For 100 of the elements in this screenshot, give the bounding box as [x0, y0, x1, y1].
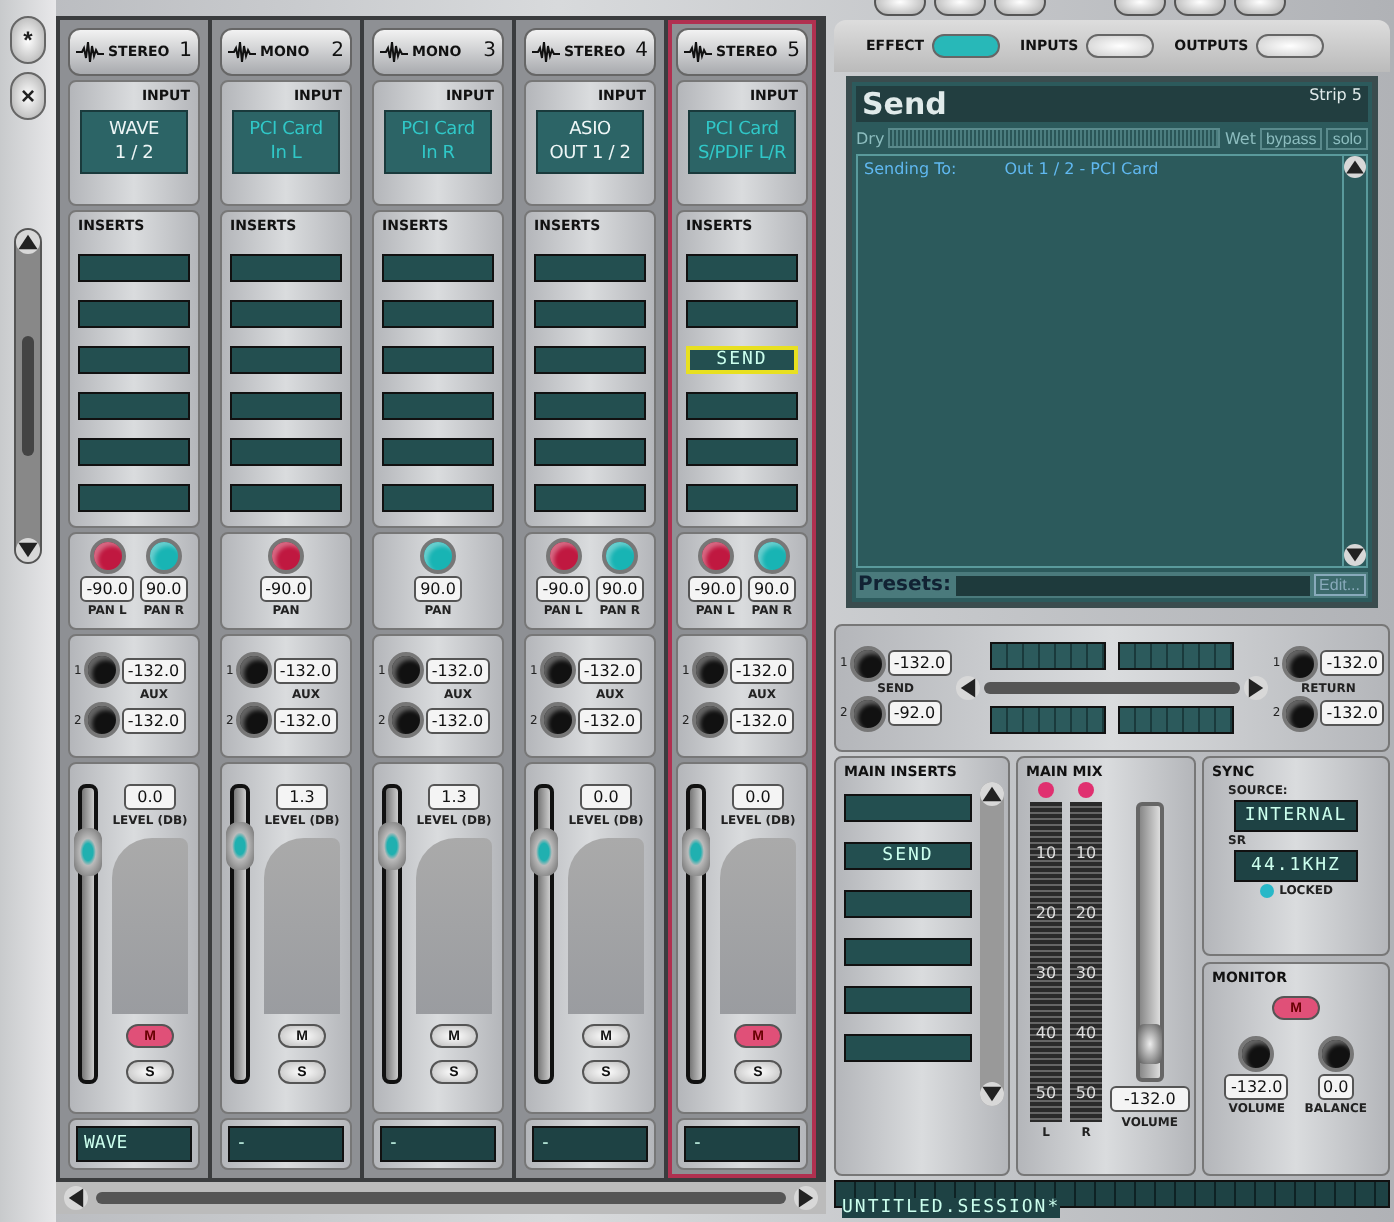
- value-display[interactable]: 0.0: [1317, 1074, 1355, 1100]
- dry-wet-slider[interactable]: [890, 130, 1219, 146]
- insert-slot[interactable]: [534, 254, 646, 283]
- insert-slot[interactable]: [382, 484, 494, 513]
- sidebar-button[interactable]: ×: [10, 72, 46, 120]
- insert-slot[interactable]: [230, 392, 342, 421]
- value-display[interactable]: -132.0: [121, 707, 186, 734]
- up-arrow-icon[interactable]: [1344, 156, 1366, 178]
- fader-track[interactable]: [1135, 802, 1164, 1082]
- fader-handle[interactable]: [682, 827, 710, 876]
- value-display[interactable]: -132.0: [577, 657, 642, 684]
- left-arrow-icon[interactable]: [955, 676, 980, 700]
- value-display[interactable]: 1.3: [275, 783, 329, 810]
- insert-slot[interactable]: [686, 438, 798, 467]
- insert-slot[interactable]: [230, 484, 342, 513]
- value-display[interactable]: 90.0: [414, 575, 462, 602]
- fader-handle[interactable]: [226, 821, 254, 870]
- knob[interactable]: [83, 652, 120, 689]
- bypass-button[interactable]: bypass: [1259, 127, 1323, 149]
- solo-button[interactable]: solo: [1326, 127, 1368, 149]
- knob[interactable]: [1238, 1036, 1275, 1072]
- down-arrow-icon[interactable]: [980, 1082, 1004, 1106]
- left-arrow-icon[interactable]: [64, 1186, 88, 1210]
- right-arrow-icon[interactable]: [794, 1186, 818, 1210]
- mode-button[interactable]: [1086, 34, 1155, 58]
- up-arrow-icon[interactable]: [980, 782, 1004, 806]
- value-display[interactable]: -132.0: [425, 707, 490, 734]
- right-arrow-icon[interactable]: [1244, 676, 1269, 700]
- insert-slot[interactable]: [78, 438, 190, 467]
- insert-slot[interactable]: SEND: [844, 842, 972, 870]
- knob[interactable]: [1317, 1036, 1354, 1072]
- sidebar-button[interactable]: *: [10, 16, 46, 64]
- insert-slot[interactable]: [230, 300, 342, 329]
- knob[interactable]: [83, 702, 120, 739]
- value-display[interactable]: -132.0: [121, 657, 186, 684]
- scrollbar[interactable]: [56, 1182, 826, 1214]
- channel-name[interactable]: -: [684, 1126, 800, 1163]
- fader-handle[interactable]: [74, 827, 102, 876]
- scrollbar[interactable]: [980, 782, 1004, 1106]
- value-display[interactable]: -132.0: [273, 657, 338, 684]
- insert-slot[interactable]: [382, 392, 494, 421]
- channel-name[interactable]: WAVE: [76, 1126, 192, 1163]
- insert-slot[interactable]: [382, 254, 494, 283]
- presets-field[interactable]: [955, 575, 1310, 595]
- scrollbar[interactable]: [14, 228, 42, 564]
- sample-rate-display[interactable]: 44.1KHZ: [1234, 850, 1358, 882]
- value-display[interactable]: -132.0: [1320, 700, 1384, 726]
- insert-slot[interactable]: [686, 254, 798, 283]
- channel-name[interactable]: -: [380, 1126, 496, 1163]
- value-display[interactable]: -90.0: [688, 575, 742, 602]
- mode-button[interactable]: [932, 34, 1001, 58]
- fader-handle[interactable]: [530, 827, 558, 876]
- knob[interactable]: [235, 652, 272, 689]
- fader-handle[interactable]: [1137, 1024, 1162, 1065]
- insert-slot[interactable]: [382, 346, 494, 375]
- fader-track[interactable]: [534, 783, 554, 1084]
- fader-track[interactable]: [686, 783, 706, 1084]
- insert-slot[interactable]: [78, 300, 190, 329]
- knob[interactable]: [1282, 645, 1319, 681]
- value-display[interactable]: -132.0: [1110, 1086, 1190, 1112]
- insert-slot[interactable]: SEND: [686, 346, 798, 375]
- insert-slot[interactable]: [382, 300, 494, 329]
- fader-track[interactable]: [78, 783, 98, 1084]
- value-display[interactable]: -92.0: [887, 700, 942, 726]
- knob[interactable]: [1282, 695, 1319, 731]
- mode-button[interactable]: [1256, 34, 1325, 58]
- value-display[interactable]: -90.0: [536, 575, 590, 602]
- knob[interactable]: [691, 652, 728, 689]
- value-display[interactable]: -132.0: [577, 707, 642, 734]
- down-arrow-icon[interactable]: [1344, 544, 1366, 566]
- knob[interactable]: [387, 702, 424, 739]
- value-display[interactable]: -132.0: [729, 657, 794, 684]
- knob[interactable]: [235, 702, 272, 739]
- fader-handle[interactable]: [378, 821, 406, 870]
- knob[interactable]: [849, 645, 886, 681]
- value-display[interactable]: 90.0: [139, 575, 188, 602]
- value-display[interactable]: -132.0: [273, 707, 338, 734]
- insert-slot[interactable]: [230, 438, 342, 467]
- source-display[interactable]: INTERNAL: [1234, 800, 1358, 832]
- fader-track[interactable]: [230, 783, 250, 1084]
- value-display[interactable]: 0.0: [579, 783, 633, 810]
- channel-name[interactable]: -: [532, 1126, 648, 1163]
- value-display[interactable]: 90.0: [747, 575, 796, 602]
- value-display[interactable]: -132.0: [1320, 650, 1384, 676]
- insert-slot[interactable]: [534, 438, 646, 467]
- value-display[interactable]: -132.0: [887, 650, 952, 676]
- input-display[interactable]: WAVE 1 / 2: [80, 109, 188, 174]
- down-arrow-icon[interactable]: [16, 538, 40, 562]
- knob[interactable]: [691, 702, 728, 739]
- input-display[interactable]: ASIO OUT 1 / 2: [536, 109, 644, 174]
- insert-slot[interactable]: [534, 392, 646, 421]
- value-display[interactable]: 1.3: [427, 783, 481, 810]
- insert-slot[interactable]: [534, 346, 646, 375]
- insert-slot[interactable]: [230, 254, 342, 283]
- insert-slot[interactable]: [78, 254, 190, 283]
- value-display[interactable]: -132.0: [425, 657, 490, 684]
- knob[interactable]: [539, 652, 576, 689]
- insert-slot[interactable]: [686, 484, 798, 513]
- insert-slot[interactable]: [78, 392, 190, 421]
- insert-slot[interactable]: [382, 438, 494, 467]
